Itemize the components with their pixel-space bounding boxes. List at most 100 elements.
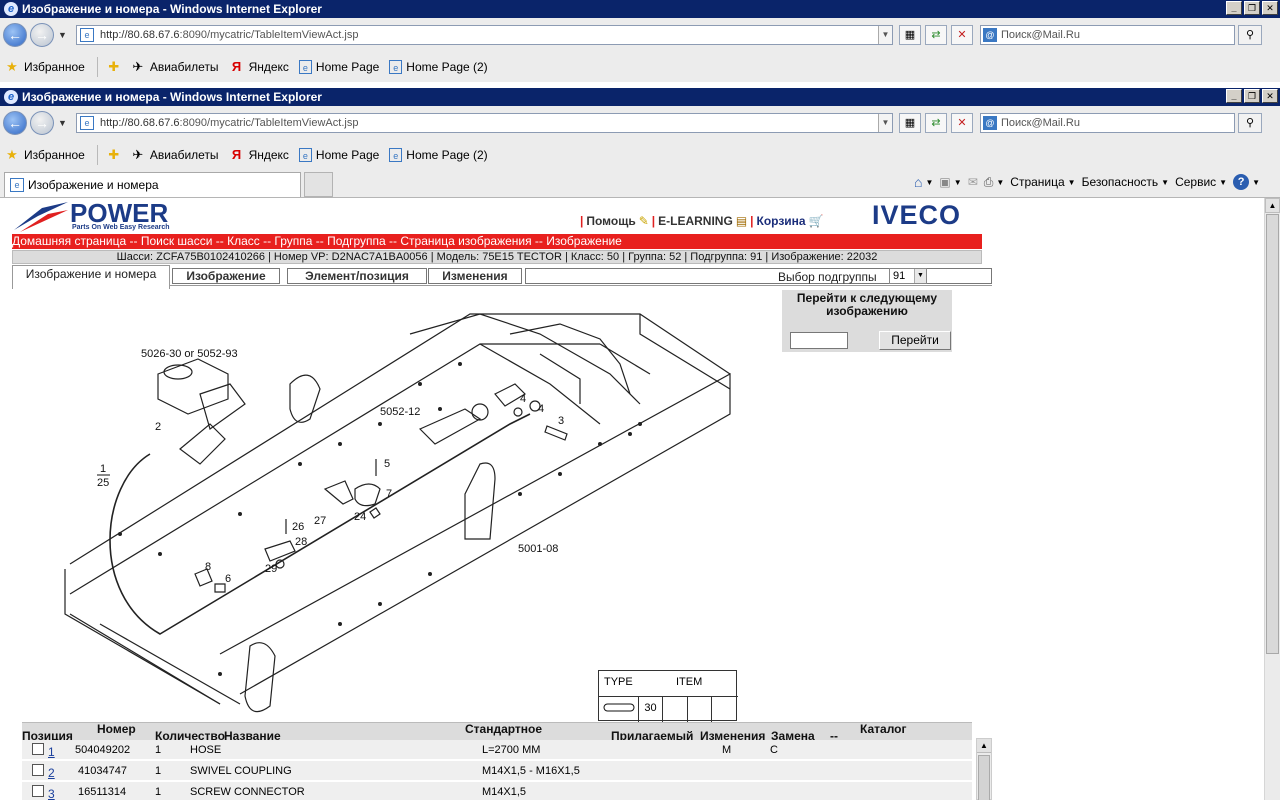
compat-view-icon[interactable]: ▦ bbox=[899, 25, 921, 45]
maximize-button[interactable]: ❐ bbox=[1244, 89, 1260, 103]
ref-1[interactable]: 1 bbox=[100, 463, 106, 475]
row-standard: L=2700 MM bbox=[482, 744, 541, 756]
goto-button[interactable]: Перейти bbox=[879, 331, 951, 350]
refresh-icon[interactable]: ⇄ bbox=[925, 25, 947, 45]
table-row[interactable]: 2 41034747 1 SWIVEL COUPLING M14X1,5 - M… bbox=[22, 761, 972, 781]
refresh-icon[interactable]: ⇄ bbox=[925, 113, 947, 133]
ref-2[interactable]: 2 bbox=[155, 421, 161, 433]
recent-pages-icon[interactable]: ▼ bbox=[58, 118, 67, 128]
ref-6[interactable]: 6 bbox=[225, 573, 231, 585]
maximize-button[interactable]: ❐ bbox=[1244, 1, 1260, 15]
forward-button[interactable]: → bbox=[30, 23, 54, 47]
print-button[interactable]: ⎙ ▼ bbox=[984, 175, 1005, 190]
printer-icon: ⎙ bbox=[983, 174, 994, 189]
search-icon[interactable]: ⚲ bbox=[1238, 25, 1262, 45]
label-5052-12[interactable]: 5052-12 bbox=[380, 406, 420, 418]
tab-changes[interactable]: Изменения bbox=[428, 268, 522, 284]
minimize-button[interactable]: _ bbox=[1226, 89, 1242, 103]
tab-image[interactable]: Изображение bbox=[172, 268, 280, 284]
label-5026-30[interactable]: 5026-30 or 5052-93 bbox=[141, 348, 238, 360]
new-tab-button[interactable] bbox=[304, 172, 333, 197]
ref-5[interactable]: 5 bbox=[384, 458, 390, 470]
tab-element-position[interactable]: Элемент/позиция bbox=[287, 268, 427, 284]
tools-menu[interactable]: Сервис ▼ bbox=[1175, 175, 1227, 189]
help-button[interactable]: ? ▼ bbox=[1233, 174, 1260, 190]
back-button[interactable]: ← bbox=[3, 111, 27, 135]
back-button[interactable]: ← bbox=[3, 23, 27, 47]
fav-label: Яндекс bbox=[248, 148, 289, 162]
page-menu[interactable]: Страница ▼ bbox=[1010, 175, 1075, 189]
close-button[interactable]: ✕ bbox=[1262, 1, 1278, 15]
help-link[interactable]: Помощь bbox=[586, 214, 635, 228]
ref-25[interactable]: 25 bbox=[97, 477, 109, 489]
label-5001-08[interactable]: 5001-08 bbox=[518, 543, 558, 555]
ref-8[interactable]: 8 bbox=[205, 561, 211, 573]
url-field[interactable]: e http://80.68.67.6:8090/mycatric/TableI… bbox=[76, 113, 893, 133]
fav-item-avia[interactable]: ✈ Авиабилеты bbox=[130, 59, 218, 75]
url-dropdown-icon[interactable]: ▼ bbox=[878, 114, 892, 132]
elearning-link[interactable]: E-LEARNING bbox=[658, 214, 733, 228]
page-scrollbar[interactable]: ▲ bbox=[1264, 198, 1280, 800]
row-checkbox[interactable] bbox=[32, 764, 44, 776]
fav-item-yandex[interactable]: Я Яндекс bbox=[229, 147, 289, 163]
row-checkbox[interactable] bbox=[32, 743, 44, 755]
favorites-button[interactable]: ★ Избранное bbox=[4, 147, 85, 163]
add-favorite-icon[interactable]: ✚ bbox=[106, 147, 122, 163]
search-input[interactable]: @ Поиск@Mail.Ru bbox=[980, 113, 1235, 133]
table-scrollbar[interactable]: ▲ bbox=[976, 738, 992, 800]
add-favorite-icon[interactable]: ✚ bbox=[106, 59, 122, 75]
scroll-thumb[interactable] bbox=[978, 755, 990, 800]
home-button[interactable]: ⌂ ▼ bbox=[914, 174, 933, 190]
ref-26[interactable]: 26 bbox=[292, 521, 304, 533]
tab-image-and-numbers[interactable]: Изображение и номера bbox=[12, 265, 170, 289]
ref-7[interactable]: 7 bbox=[386, 488, 392, 500]
table-row[interactable]: 1 504049202 1 HOSE L=2700 MM M C bbox=[22, 740, 972, 760]
ref-4a[interactable]: 4 bbox=[520, 393, 526, 405]
row-position-link[interactable]: 1 bbox=[48, 745, 55, 759]
ref-24[interactable]: 24 bbox=[354, 511, 366, 523]
command-bar: ⌂ ▼ ▣ ▼ ✉ ⎙ ▼ Страница ▼ Безопасность ▼ Серви… bbox=[914, 174, 1260, 190]
fav-item-home2[interactable]: e Home Page (2) bbox=[389, 148, 488, 162]
parts-diagram[interactable]: 5026-30 or 5052-93 5052-12 5001-08 1 25 … bbox=[40, 294, 760, 719]
recent-pages-icon[interactable]: ▼ bbox=[58, 30, 67, 40]
ref-4b[interactable]: 4 bbox=[538, 403, 544, 415]
compat-view-icon[interactable]: ▦ bbox=[899, 113, 921, 133]
scroll-thumb[interactable] bbox=[1266, 214, 1279, 654]
mail-button[interactable]: ✉ bbox=[968, 175, 978, 189]
breadcrumb[interactable]: Домашняя страница -- Поиск шасси -- Клас… bbox=[12, 234, 982, 249]
favorites-button[interactable]: ★ Избранное bbox=[4, 59, 85, 75]
cart-link[interactable]: Корзина bbox=[757, 214, 806, 228]
scroll-up-icon[interactable]: ▲ bbox=[1265, 198, 1280, 213]
fav-item-home[interactable]: e Home Page bbox=[298, 60, 379, 74]
stop-icon[interactable]: ✕ bbox=[951, 113, 973, 133]
subgroup-select[interactable]: 91 ▼ bbox=[889, 268, 927, 284]
url-field[interactable]: e http://80.68.67.6:8090/mycatric/TableI… bbox=[76, 25, 893, 45]
scroll-up-icon[interactable]: ▲ bbox=[977, 739, 991, 753]
row-position-link[interactable]: 2 bbox=[48, 766, 55, 780]
browser-tab[interactable]: e Изображение и номера bbox=[4, 172, 301, 197]
fav-item-avia[interactable]: ✈ Авиабилеты bbox=[130, 147, 218, 163]
fav-item-yandex[interactable]: Я Яндекс bbox=[229, 59, 289, 75]
url-dropdown-icon[interactable]: ▼ bbox=[878, 26, 892, 44]
image-number-input[interactable] bbox=[790, 332, 848, 349]
row-position-link[interactable]: 3 bbox=[48, 787, 55, 800]
row-checkbox[interactable] bbox=[32, 785, 44, 797]
search-provider-icon: @ bbox=[983, 28, 997, 42]
ref-3[interactable]: 3 bbox=[558, 415, 564, 427]
ref-27[interactable]: 27 bbox=[314, 515, 326, 527]
ref-28[interactable]: 28 bbox=[295, 536, 307, 548]
feeds-button[interactable]: ▣ ▼ bbox=[939, 175, 961, 189]
forward-button[interactable]: → bbox=[30, 111, 54, 135]
power-logo[interactable]: POWER Parts On Web Easy Research bbox=[12, 198, 179, 233]
fav-item-home[interactable]: e Home Page bbox=[298, 148, 379, 162]
minimize-button[interactable]: _ bbox=[1226, 1, 1242, 15]
ref-29[interactable]: 29 bbox=[265, 563, 277, 575]
stop-icon[interactable]: ✕ bbox=[951, 25, 973, 45]
fav-item-home2[interactable]: e Home Page (2) bbox=[389, 60, 488, 74]
security-menu[interactable]: Безопасность ▼ bbox=[1082, 175, 1169, 189]
search-input[interactable]: @ Поиск@Mail.Ru bbox=[980, 25, 1235, 45]
page-icon: e bbox=[10, 178, 24, 192]
close-button[interactable]: ✕ bbox=[1262, 89, 1278, 103]
search-icon[interactable]: ⚲ bbox=[1238, 113, 1262, 133]
table-row[interactable]: 3 16511314 1 SCREW CONNECTOR M14X1,5 bbox=[22, 782, 972, 800]
